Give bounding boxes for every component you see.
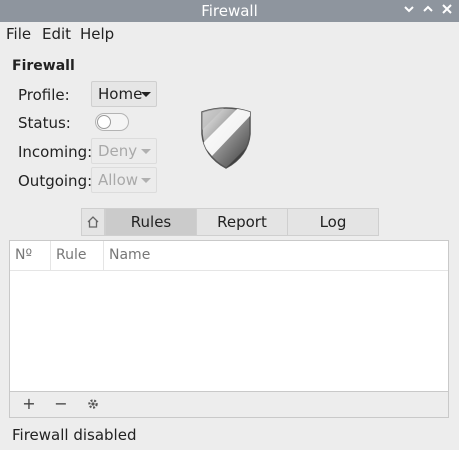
tab-report[interactable]: Report bbox=[196, 208, 288, 236]
tab-bar: Rules Report Log bbox=[81, 208, 379, 236]
profile-value: Home bbox=[98, 85, 143, 103]
close-icon[interactable] bbox=[439, 2, 455, 20]
outgoing-value: Allow bbox=[98, 171, 139, 189]
menu-bar: File Edit Help bbox=[0, 22, 459, 46]
rules-table[interactable]: Nº Rule Name bbox=[9, 240, 449, 392]
status-toggle[interactable] bbox=[95, 113, 129, 131]
tab-log[interactable]: Log bbox=[287, 208, 379, 236]
incoming-select: Deny bbox=[91, 138, 157, 164]
home-icon bbox=[87, 216, 99, 228]
status-bar-text: Firewall disabled bbox=[12, 426, 137, 444]
dropdown-arrow-icon bbox=[141, 178, 151, 183]
window-title: Firewall bbox=[201, 2, 258, 20]
menu-edit[interactable]: Edit bbox=[42, 25, 71, 43]
menu-help[interactable]: Help bbox=[80, 25, 114, 43]
menu-file[interactable]: File bbox=[6, 25, 31, 43]
rules-toolbar: + − bbox=[9, 392, 449, 418]
window-titlebar[interactable]: Firewall bbox=[0, 0, 459, 22]
shield-icon bbox=[198, 104, 254, 170]
outgoing-select: Allow bbox=[91, 167, 157, 193]
tab-home[interactable] bbox=[81, 208, 105, 236]
minimize-icon[interactable] bbox=[401, 2, 417, 20]
profile-label: Profile: bbox=[18, 86, 70, 104]
dropdown-arrow-icon bbox=[141, 149, 151, 154]
profile-select[interactable]: Home bbox=[91, 81, 157, 107]
column-header-rule[interactable]: Rule bbox=[50, 241, 103, 270]
maximize-icon[interactable] bbox=[420, 2, 436, 20]
add-rule-button[interactable]: + bbox=[18, 394, 40, 414]
outgoing-label: Outgoing: bbox=[18, 172, 93, 190]
gear-icon bbox=[88, 399, 98, 409]
incoming-value: Deny bbox=[98, 142, 138, 160]
status-label: Status: bbox=[18, 114, 71, 132]
section-title: Firewall bbox=[12, 58, 75, 74]
table-header: Nº Rule Name bbox=[10, 241, 448, 271]
column-header-name[interactable]: Name bbox=[103, 241, 448, 270]
dropdown-arrow-icon bbox=[141, 92, 151, 97]
tab-rules[interactable]: Rules bbox=[105, 208, 197, 236]
settings-button[interactable] bbox=[82, 394, 104, 414]
toggle-knob bbox=[97, 115, 111, 129]
column-header-number[interactable]: Nº bbox=[10, 241, 50, 270]
incoming-label: Incoming: bbox=[18, 143, 93, 161]
remove-rule-button[interactable]: − bbox=[50, 394, 72, 414]
